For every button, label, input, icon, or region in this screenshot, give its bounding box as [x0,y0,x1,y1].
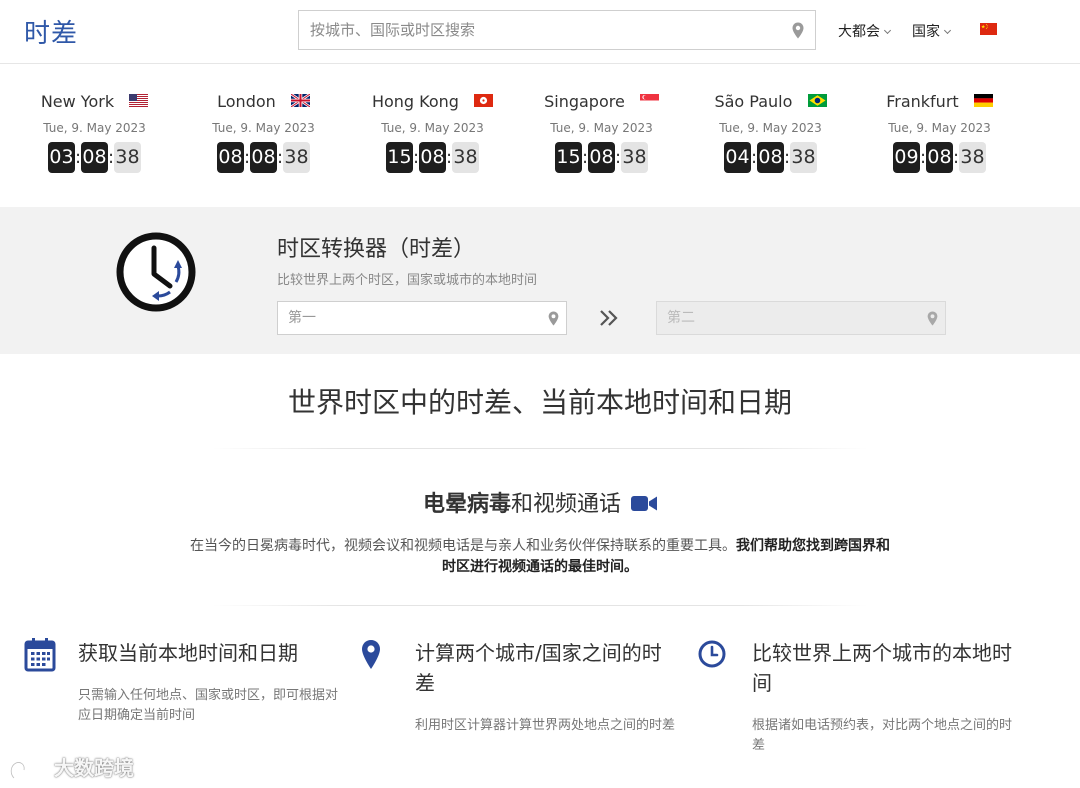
clock-minute: 08 [419,142,446,173]
location-pin-icon[interactable] [792,22,804,39]
double-chevron-right-icon[interactable] [598,308,622,328]
chevron-down-icon [883,26,892,35]
flag-gb-icon [290,94,310,107]
clock-hour: 15 [386,142,413,173]
nav-metropolis-dropdown[interactable]: 大都会 [838,21,892,41]
clock-hour: 15 [555,142,582,173]
clock-city: London [217,92,276,111]
clock-date: Tue, 9. May 2023 [43,121,146,135]
clock-icon [698,640,726,668]
watermark-logo-icon [9,760,50,779]
map-pin-icon [362,640,380,669]
clock-date: Tue, 9. May 2023 [550,121,653,135]
feature-title: 比较世界上两个城市的本地时间 [752,641,1012,695]
flag-sg-icon [639,94,659,107]
section-heading-rest: 和视频通话 [511,492,622,517]
clock-new-york[interactable]: New York Tue, 9. May 2023 03:08:38 [10,64,179,206]
feature-title: 获取当前本地时间和日期 [78,641,298,665]
first-location-input[interactable] [278,302,528,334]
clock-singapore[interactable]: Singapore Tue, 9. May 2023 15:08:38 [517,64,686,206]
second-location-field[interactable] [656,301,946,335]
feature-desc: 只需输入任何地点、国家或时区，即可根据对应日期确定当前时间 [78,688,339,723]
first-location-field[interactable] [277,301,567,335]
converter-title: 时区转换器（时差） [277,237,476,262]
header: 时差 大都会 国家 [0,0,1080,64]
clock-hong-kong[interactable]: Hong Kong Tue, 9. May 2023 15:08:38 [348,64,517,206]
divider [212,605,868,606]
clock-minute: 08 [81,142,108,173]
clock-time: 03:08:38 [10,142,179,173]
clock-time: 15:08:38 [517,142,686,173]
world-clocks: New York Tue, 9. May 2023 03:08:38 Londo… [0,64,1080,206]
clock-time: 09:08:38 [855,142,1024,173]
second-location-input[interactable] [657,302,907,334]
clock-minute: 08 [588,142,615,173]
language-flag-cn-icon[interactable] [980,23,997,35]
clock-time: 08:08:38 [179,142,348,173]
clock-city: Frankfurt [886,92,959,111]
clock-date: Tue, 9. May 2023 [212,121,315,135]
clock-hour: 03 [48,142,75,173]
timezone-converter: 时区转换器（时差） 比较世界上两个时区，国家或城市的本地时间 [0,207,1080,354]
feature-compare-cities[interactable]: 比较世界上两个城市的本地时间 根据诸如电话预约表，对比两个地点之间的时差 [698,638,1018,778]
flag-de-icon [973,94,993,107]
clock-minute: 08 [250,142,277,173]
location-pin-icon [927,311,938,326]
page-headline: 世界时区中的时差、当前本地时间和日期 [287,386,792,419]
feature-desc: 根据诸如电话预约表，对比两个地点之间的时差 [752,718,1013,753]
flag-us-icon [129,94,149,107]
clock-second: 38 [452,142,479,173]
divider [212,448,868,449]
clock-hour: 09 [893,142,920,173]
clock-sao-paulo[interactable]: São Paulo Tue, 9. May 2023 04:08:38 [686,64,855,206]
nav-country-dropdown[interactable]: 国家 [912,21,952,41]
clock-city: Hong Kong [371,92,459,111]
clock-minute: 08 [926,142,953,173]
clock-second: 38 [790,142,817,173]
intro-paragraph: 在当今的日冕病毒时代，视频会议和视频电话是与亲人和业务伙伴保持联系的重要工具。我… [190,536,890,578]
converter-clock-icon [116,232,196,312]
feature-time-difference[interactable]: 计算两个城市/国家之间的时差 利用时区计算器计算世界两处地点之间的时差 [361,638,681,778]
clock-date: Tue, 9. May 2023 [719,121,822,135]
nav-metropolis-label: 大都会 [838,24,880,40]
feature-desc: 利用时区计算器计算世界两处地点之间的时差 [415,718,676,733]
feature-title: 计算两个城市/国家之间的时差 [415,641,662,695]
clock-city: São Paulo [714,92,793,111]
clock-city: Singapore [544,92,625,111]
chevron-down-icon [943,26,952,35]
clock-time: 15:08:38 [348,142,517,173]
section-heading-bold: 电晕病毒 [422,492,511,517]
clock-time: 04:08:38 [686,142,855,173]
clock-minute: 08 [757,142,784,173]
search-box[interactable] [298,10,816,50]
watermark: 大数跨境 [8,752,134,782]
clock-hour: 08 [217,142,244,173]
flag-hk-icon [474,94,494,107]
video-camera-icon [631,495,658,511]
nav-country-label: 国家 [912,24,940,40]
clock-second: 38 [959,142,986,173]
clock-second: 38 [114,142,141,173]
location-pin-icon [548,311,559,326]
clock-second: 38 [621,142,648,173]
intro-text: 在当今的日冕病毒时代，视频会议和视频电话是与亲人和业务伙伴保持联系的重要工具。 [190,538,736,554]
clock-london[interactable]: London Tue, 9. May 2023 08:08:38 [179,64,348,206]
calendar-icon [24,638,56,672]
converter-subtitle: 比较世界上两个时区，国家或城市的本地时间 [277,273,538,288]
clock-city: New York [40,92,115,111]
clock-frankfurt[interactable]: Frankfurt Tue, 9. May 2023 09:08:38 [855,64,1024,206]
section-heading: 电晕病毒和视频通话 [0,486,1080,518]
watermark-text: 大数跨境 [54,756,134,780]
clock-date: Tue, 9. May 2023 [888,121,991,135]
search-input[interactable] [299,11,769,49]
flag-br-icon [807,94,827,107]
clock-hour: 04 [724,142,751,173]
site-logo[interactable]: 时差 [24,13,78,50]
clock-second: 38 [283,142,310,173]
clock-date: Tue, 9. May 2023 [381,121,484,135]
